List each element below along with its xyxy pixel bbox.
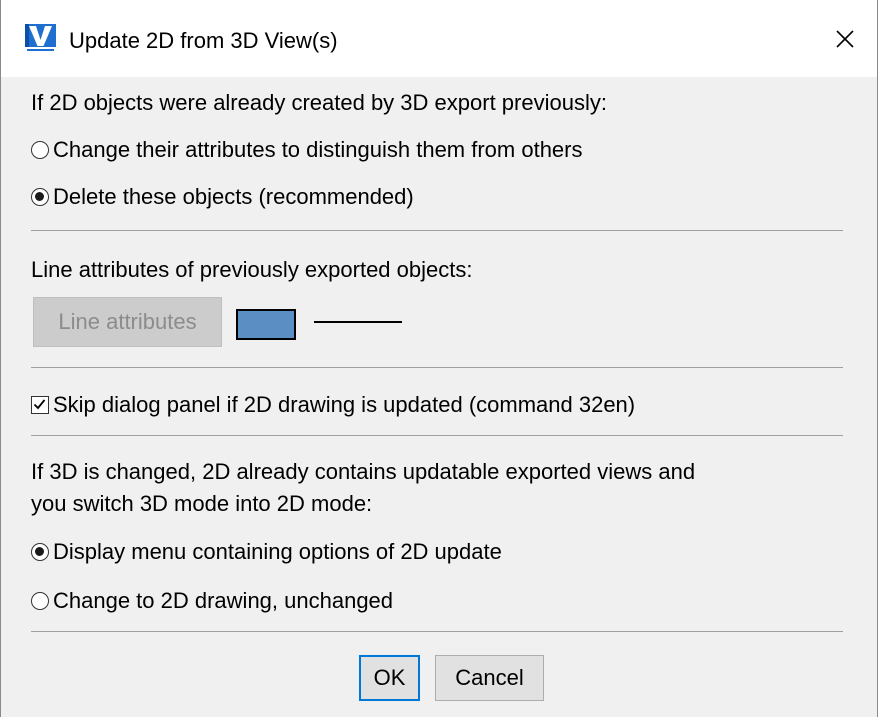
section2-heading: Line attributes of previously exported o…: [31, 257, 473, 282]
line-color-swatch[interactable]: [236, 309, 296, 340]
ok-button[interactable]: OK: [359, 655, 420, 701]
line-style-sample: [314, 321, 402, 323]
close-button[interactable]: [813, 0, 877, 77]
divider: [31, 435, 843, 436]
radio-button-unchecked[interactable]: [31, 141, 49, 159]
radio-button-checked[interactable]: [31, 543, 49, 561]
checkmark-icon: [33, 399, 46, 410]
radio-label: Delete these objects (recommended): [53, 184, 414, 209]
line-attributes-button[interactable]: Line attributes: [33, 297, 222, 347]
divider: [31, 367, 843, 368]
app-logo-icon: [25, 24, 56, 54]
radio-display-menu[interactable]: Display menu containing options of 2D up…: [31, 538, 502, 566]
radio-label: Change to 2D drawing, unchanged: [53, 588, 394, 613]
window-title: Update 2D from 3D View(s): [69, 28, 338, 53]
checkbox-label: Skip dialog panel if 2D drawing is updat…: [53, 392, 636, 417]
close-icon: [836, 29, 854, 48]
dialog-content: If 2D objects were already created by 3D…: [1, 77, 877, 717]
radio-change-attributes[interactable]: Change their attributes to distinguish t…: [31, 136, 583, 164]
radio-button-checked[interactable]: [31, 188, 49, 206]
radio-label: Change their attributes to distinguish t…: [53, 137, 583, 162]
radio-button-unchecked[interactable]: [31, 592, 49, 610]
section4-heading-line2: you switch 3D mode into 2D mode:: [31, 491, 373, 516]
section4-heading-line1: If 3D is changed, 2D already contains up…: [31, 459, 696, 484]
checkbox-checked[interactable]: [31, 396, 49, 414]
skip-dialog-checkbox[interactable]: Skip dialog panel if 2D drawing is updat…: [31, 391, 635, 419]
title-bar[interactable]: Update 2D from 3D View(s): [1, 0, 877, 77]
radio-label: Display menu containing options of 2D up…: [53, 539, 502, 564]
dialog-window: Update 2D from 3D View(s) If 2D objects …: [0, 0, 878, 717]
section1-heading: If 2D objects were already created by 3D…: [31, 90, 607, 115]
cancel-button[interactable]: Cancel: [435, 655, 544, 701]
radio-delete-objects[interactable]: Delete these objects (recommended): [31, 183, 414, 211]
divider: [31, 631, 843, 632]
radio-change-to-2d[interactable]: Change to 2D drawing, unchanged: [31, 587, 393, 615]
divider: [31, 230, 843, 231]
